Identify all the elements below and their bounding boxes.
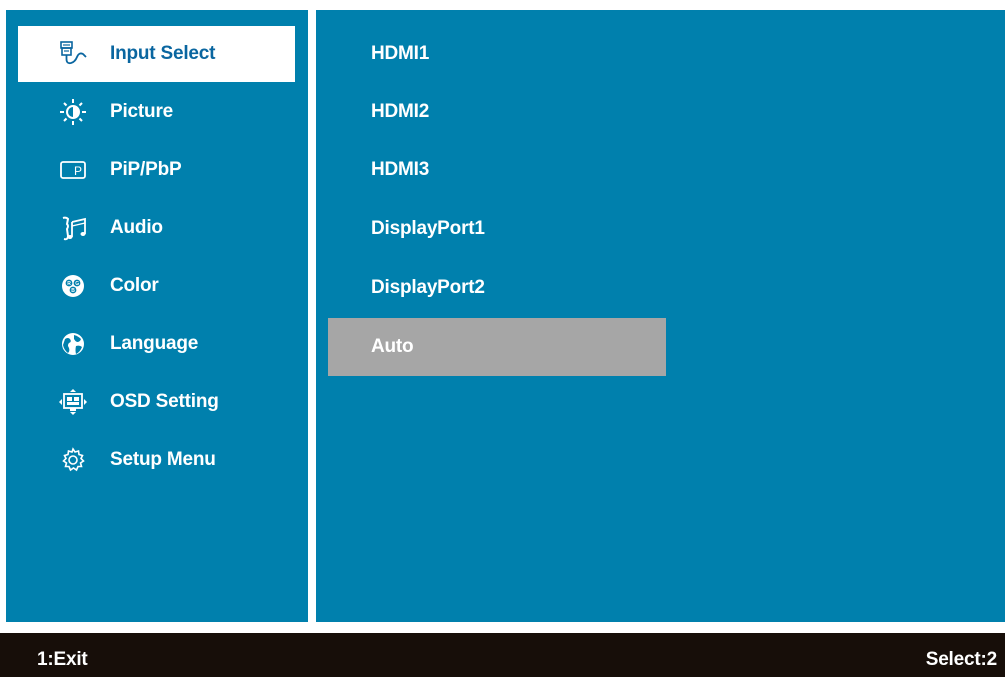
menu-item-label: PiP/PbP (110, 159, 182, 180)
menu-item-picture[interactable]: Picture (18, 84, 295, 140)
audio-icon (58, 214, 88, 242)
osd-menu: Input Select Picture P PiP/PbP Audio R G… (0, 0, 1005, 677)
menu-item-pip-pbp[interactable]: P PiP/PbP (18, 142, 295, 198)
menu-item-language[interactable]: Language (18, 316, 295, 372)
menu-item-label: Language (110, 333, 199, 354)
input-select-icon (58, 40, 88, 68)
option-displayport2[interactable]: DisplayPort2 (328, 259, 666, 317)
select-hint: Select:2 (925, 649, 997, 670)
menu-item-setup-menu[interactable]: Setup Menu (18, 432, 295, 488)
input-options-panel: HDMI1 HDMI2 HDMI3 DisplayPort1 DisplayPo… (316, 10, 1005, 622)
menu-item-label: Picture (110, 101, 174, 122)
menu-item-input-select[interactable]: Input Select (18, 26, 295, 82)
option-auto[interactable]: Auto (328, 318, 666, 376)
footer-bar: 1:Exit Select:2 (0, 633, 1005, 677)
exit-hint: 1:Exit (37, 649, 88, 670)
menu-item-label: Input Select (110, 43, 216, 64)
menu-item-label: Setup Menu (110, 449, 216, 470)
option-displayport1[interactable]: DisplayPort1 (328, 200, 666, 258)
svg-text:P: P (74, 164, 82, 178)
menu-item-label: Color (110, 275, 159, 296)
option-label: DisplayPort2 (371, 277, 485, 298)
menu-item-osd-setting[interactable]: OSD Setting (18, 374, 295, 430)
option-label: HDMI1 (371, 43, 430, 64)
option-label: HDMI3 (371, 159, 430, 180)
globe-icon (58, 330, 88, 358)
menu-item-color[interactable]: R G B Color (18, 258, 295, 314)
pip-icon: P (58, 156, 88, 184)
option-hdmi3[interactable]: HDMI3 (328, 141, 666, 199)
osd-setting-icon (58, 388, 88, 416)
option-label: HDMI2 (371, 101, 430, 122)
option-label: DisplayPort1 (371, 218, 485, 239)
rgb-color-icon: R G B (58, 272, 88, 300)
svg-text:R: R (67, 281, 71, 287)
svg-text:G: G (75, 281, 79, 287)
gear-icon (58, 446, 88, 474)
menu-item-label: OSD Setting (110, 391, 219, 412)
svg-text:B: B (71, 288, 75, 294)
menu-item-label: Audio (110, 217, 163, 238)
option-label: Auto (371, 336, 414, 357)
brightness-icon (58, 98, 88, 126)
menu-item-audio[interactable]: Audio (18, 200, 295, 256)
option-hdmi1[interactable]: HDMI1 (328, 25, 666, 83)
main-menu-panel: Input Select Picture P PiP/PbP Audio R G… (6, 10, 308, 622)
option-hdmi2[interactable]: HDMI2 (328, 83, 666, 141)
